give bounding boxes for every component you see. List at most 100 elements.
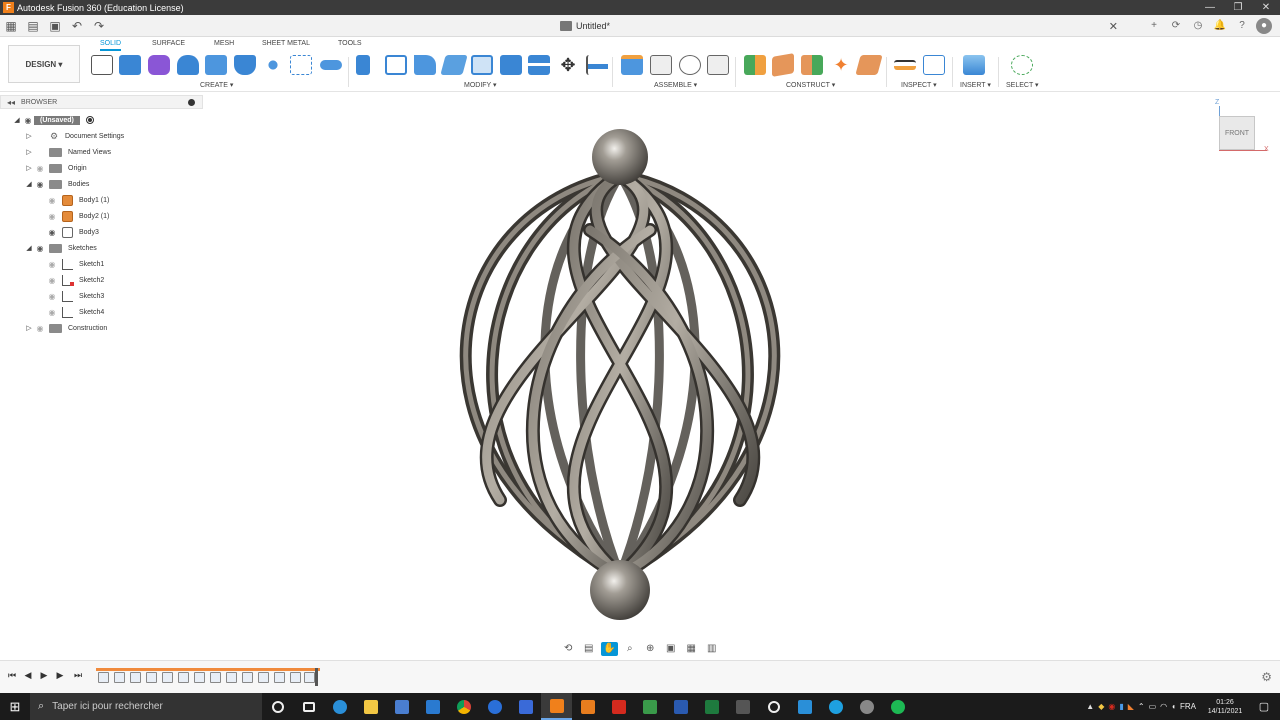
tab-solid[interactable]: SOLID [100,40,122,51]
spotify-icon[interactable] [882,693,913,720]
redo-icon[interactable]: ↷ [88,17,110,35]
fillet-icon[interactable] [385,55,407,75]
inspect-group-label[interactable]: INSPECT ▾ [901,81,937,89]
fusion-taskbar-icon[interactable] [541,693,572,720]
notifications-icon[interactable]: 🔔 [1212,18,1228,34]
timeline-feature[interactable] [242,672,253,683]
grid-settings-icon[interactable]: ▦ [683,642,700,656]
save-app-icon[interactable] [510,693,541,720]
insert-group-label[interactable]: INSERT ▾ [960,81,991,89]
tree-item-body1[interactable]: ◉ Body1 (1) [46,192,109,208]
draft-icon[interactable] [471,55,493,75]
timeline-feature[interactable] [98,672,109,683]
minimize-button[interactable]: — [1196,2,1224,13]
close-tab-icon[interactable]: ✕ [1109,20,1118,33]
plane-at-angle-icon[interactable] [772,53,794,77]
network-icon[interactable]: ▭ [1149,702,1157,711]
timeline-feature[interactable] [226,672,237,683]
maximize-button[interactable]: ❐ [1224,2,1252,13]
help-icon[interactable]: ? [1234,18,1250,34]
interference-icon[interactable] [923,55,945,75]
orbit-icon[interactable]: ⟲ [560,642,577,656]
extensions-icon[interactable]: ⟳ [1168,18,1184,34]
select-icon[interactable] [1011,55,1033,75]
expand-arrow-icon[interactable]: ▷ [24,132,34,140]
collapse-arrow-icon[interactable]: ◢ [24,244,34,252]
save-icon[interactable]: ▣ [44,17,66,35]
tree-item-sketch2[interactable]: ◉ Sketch2 [46,272,104,288]
pan-icon[interactable]: ✋ [601,642,618,656]
timeline-settings-gear-icon[interactable]: ⚙ [1261,670,1272,684]
tray-app-icon[interactable]: ◆ [1098,702,1104,711]
tree-item-document-settings[interactable]: ▷ ◉ ⚙ Document Settings [24,128,124,144]
create-group-label[interactable]: CREATE ▾ [200,81,233,89]
offset-plane-icon[interactable] [744,55,766,75]
collapse-arrow-icon[interactable]: ◢ [24,180,34,188]
select-group-label[interactable]: SELECT ▾ [1006,81,1039,89]
viewcube[interactable]: Z X FRONT [1213,99,1273,160]
timeline-feature[interactable] [258,672,269,683]
pin-browser-icon[interactable] [188,98,195,106]
go-to-end-icon[interactable]: ⏭ [72,670,84,684]
create-form-icon[interactable] [148,55,170,75]
joint-origin-icon[interactable] [707,55,729,75]
wifi-icon[interactable]: ◠ [1160,702,1167,711]
edge-browser-icon[interactable] [324,693,355,720]
new-tab-icon[interactable]: + [1146,18,1162,34]
timeline-feature[interactable] [304,672,315,683]
timeline-feature[interactable] [130,672,141,683]
assemble-group-label[interactable]: ASSEMBLE ▾ [654,81,697,89]
show-hidden-icons[interactable]: ⌃ [1138,702,1145,711]
tree-item-sketch1[interactable]: ◉ Sketch1 [46,256,104,272]
axis-icon[interactable] [855,55,883,75]
timeline-marker[interactable] [315,668,318,686]
as-built-joint-icon[interactable] [679,55,701,75]
windows-start-icon[interactable]: ⊞ [0,699,30,715]
visibility-eye-icon[interactable]: ◉ [46,196,58,205]
excel-icon[interactable] [696,693,727,720]
look-at-icon[interactable]: ▤ [581,642,598,656]
tray-app-icon[interactable]: ▲ [1086,702,1094,711]
file-menu-icon[interactable]: ▤ [22,17,44,35]
visibility-eye-icon[interactable]: ◉ [46,308,58,317]
align-icon[interactable] [586,55,608,75]
timeline-feature[interactable] [146,672,157,683]
mail-icon[interactable] [417,693,448,720]
tree-item-named-views[interactable]: ▷ ◉ Named Views [24,144,111,160]
document-tab[interactable]: Untitled* ✕ [560,15,1120,37]
task-view-icon[interactable] [293,693,324,720]
revolve-icon[interactable] [177,55,199,75]
data-panel-grid-icon[interactable]: ▦ [0,17,22,35]
taskbar-search-box[interactable]: ⌕ Taper ici pour rechercher [30,693,262,720]
zoom-icon[interactable]: ⌕ [622,642,639,656]
inventor-icon[interactable] [572,693,603,720]
timeline-feature[interactable] [274,672,285,683]
viewcube-front-face[interactable]: FRONT [1219,116,1255,150]
step-forward-icon[interactable]: ▶ [54,670,66,684]
visibility-eye-icon[interactable]: ◉ [46,292,58,301]
timeline-feature[interactable] [114,672,125,683]
visibility-eye-icon[interactable]: ◉ [34,164,46,173]
measure-icon[interactable] [894,60,916,70]
chrome-icon[interactable] [448,693,479,720]
notification-center-icon[interactable]: ▢ [1254,700,1274,713]
tree-item-sketch4[interactable]: ◉ Sketch4 [46,304,104,320]
pattern-icon[interactable] [262,55,284,75]
visibility-eye-icon[interactable]: ◉ [34,324,46,333]
cortana-icon[interactable] [262,693,293,720]
taskbar-clock[interactable]: 01:26 14/11/2021 [1200,698,1250,716]
media-app-icon[interactable] [851,693,882,720]
visibility-eye-icon[interactable]: ◉ [34,244,46,253]
mirror-icon[interactable] [290,55,312,75]
expand-arrow-icon[interactable]: ▷ [24,164,34,172]
timeline-feature[interactable] [162,672,173,683]
go-to-start-icon[interactable]: ⏮ [6,670,18,684]
create-sketch-icon[interactable] [91,55,113,75]
visibility-eye-icon[interactable]: ◉ [46,212,58,221]
new-component-icon[interactable] [621,55,643,75]
tray-app-icon[interactable]: ▮ [1119,702,1123,711]
tab-surface[interactable]: SURFACE [152,40,185,47]
combine-icon[interactable] [528,55,550,75]
step-back-icon[interactable]: ◀ [22,670,34,684]
browser-header[interactable]: ◂◂ BROWSER [0,95,203,109]
